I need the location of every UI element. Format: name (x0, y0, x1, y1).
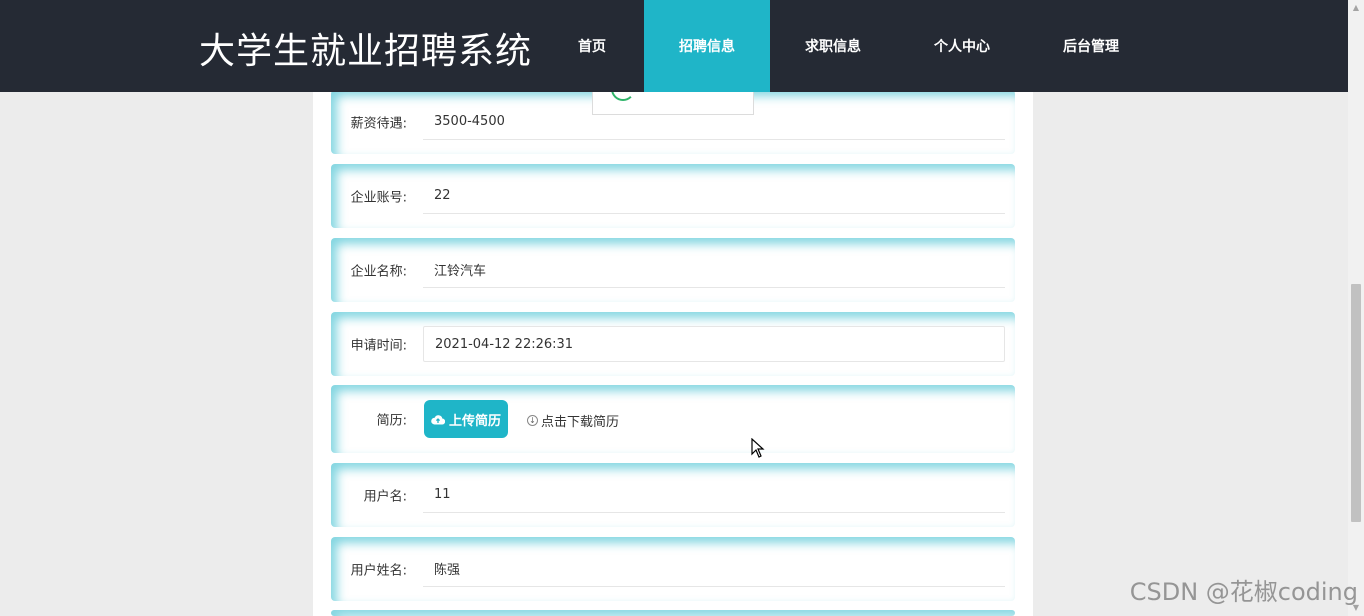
nav-recruitment[interactable]: 招聘信息 (644, 0, 770, 92)
real-name-value: 陈强 (423, 551, 1005, 587)
watermark: CSDN @花椒coding (1129, 578, 1358, 606)
cloud-upload-icon (431, 414, 445, 425)
company-account-label: 企业账号: (350, 190, 407, 206)
real-name-row: 用户姓名: 陈强 (331, 537, 1015, 601)
upload-resume-label: 上传简历 (448, 413, 501, 429)
page-scrollbar[interactable]: ▲ ▼ (1348, 0, 1364, 616)
download-icon: ↓ (527, 415, 538, 426)
top-nav-bar: 大学生就业招聘系统 首页 招聘信息 求职信息 个人中心 后台管理 (0, 0, 1348, 92)
apply-time-label: 申请时间: (350, 338, 407, 354)
scroll-up-arrow-icon[interactable]: ▲ (1348, 0, 1364, 16)
next-row-partial (331, 610, 1015, 616)
company-name-label: 企业名称: (350, 264, 407, 280)
username-row: 用户名: 11 (331, 463, 1015, 527)
company-name-value: 江铃汽车 (423, 252, 1005, 288)
mouse-pointer-icon (751, 438, 765, 458)
site-title: 大学生就业招聘系统 (199, 31, 533, 72)
download-resume-label: 点击下载简历 (541, 415, 620, 430)
real-name-label: 用户姓名: (350, 563, 407, 579)
salary-label: 薪资待遇: (350, 116, 407, 132)
nav-personal-center[interactable]: 个人中心 (899, 0, 1025, 92)
company-account-row: 企业账号: 22 (331, 164, 1015, 228)
upload-resume-button[interactable]: 上传简历 (424, 400, 508, 438)
apply-time-row: 申请时间: 2021-04-12 22:26:31 (331, 312, 1015, 376)
username-label: 用户名: (363, 489, 407, 505)
username-value: 11 (423, 477, 1005, 513)
nav-job-seeking[interactable]: 求职信息 (770, 0, 896, 92)
apply-time-field[interactable]: 2021-04-12 22:26:31 (423, 326, 1005, 362)
download-resume-link[interactable]: ↓ 点击下载简历 (527, 411, 619, 430)
company-name-row: 企业名称: 江铃汽车 (331, 238, 1015, 302)
scroll-thumb[interactable] (1351, 284, 1361, 522)
nav-admin[interactable]: 后台管理 (1028, 0, 1154, 92)
resume-row: 简历: 上传简历 ↓ 点击下载简历 (331, 385, 1015, 453)
company-account-value: 22 (423, 178, 1005, 214)
nav-home[interactable]: 首页 (529, 0, 655, 92)
resume-label: 简历: (376, 413, 407, 429)
